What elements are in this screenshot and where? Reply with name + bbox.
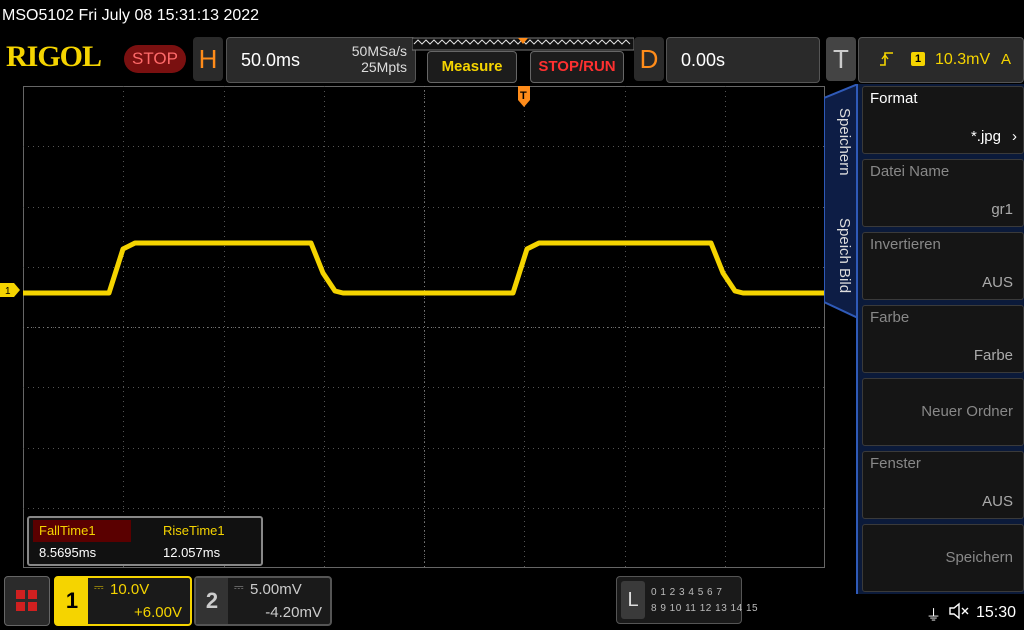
- channel-2-offset: -4.20mV: [265, 604, 322, 621]
- delay-label[interactable]: D: [634, 37, 664, 81]
- stop-run-button[interactable]: STOP/RUN: [530, 51, 624, 83]
- menu-item-fenster[interactable]: Fenster AUS: [862, 451, 1024, 519]
- menu-command: Neuer Ordner: [921, 403, 1013, 420]
- meas-name-falltime: FallTime1: [33, 520, 131, 542]
- channel-2-number: 2: [196, 578, 228, 624]
- main-menu-button[interactable]: [4, 576, 50, 626]
- channel-2-box[interactable]: 2 ⎓ 5.00mV -4.20mV: [194, 576, 332, 626]
- menu-value: *.jpg: [970, 128, 1001, 145]
- trigger-source-badge: 1: [911, 52, 925, 66]
- meas-value-risetime: 12.057ms: [163, 545, 221, 560]
- menu-value: Farbe: [973, 347, 1013, 364]
- dc-coupling-icon: ⎓: [234, 580, 244, 594]
- dc-coupling-icon: ⎓: [94, 580, 104, 594]
- menu-item-format[interactable]: Format *.jpg ›: [862, 86, 1024, 154]
- trigger-marker-label: T: [520, 90, 527, 102]
- digital-channels-row-2: 8 9 10 11 12 13 14 15: [651, 603, 759, 614]
- menu-label: Invertieren: [870, 236, 941, 253]
- timebase-value: 50.0ms: [241, 50, 301, 70]
- waveform-grid[interactable]: [23, 86, 825, 568]
- ch1-position-marker[interactable]: 1: [0, 283, 20, 297]
- ch1-marker-label: 1: [5, 286, 11, 297]
- rising-edge-icon: [880, 52, 893, 66]
- trigger-box[interactable]: 1 10.3mV A: [858, 37, 1024, 83]
- meas-name-risetime: RiseTime1: [163, 523, 225, 538]
- logic-analyzer-box[interactable]: L 0 1 2 3 4 5 6 7 8 9 10 11 12 13 14 15: [616, 576, 758, 624]
- trigger-label[interactable]: T: [826, 37, 856, 81]
- channel-1-number: 1: [56, 578, 88, 624]
- menu-label: Fenster: [870, 455, 921, 472]
- delay-box[interactable]: 0.00s: [666, 37, 820, 83]
- side-menu: Format *.jpg › Datei Name gr1 Invertiere…: [856, 84, 1024, 594]
- menu-item-speichern[interactable]: Speichern: [862, 524, 1024, 592]
- trigger-position-marker[interactable]: T: [516, 86, 532, 108]
- menu-item-neuer-ordner[interactable]: Neuer Ordner: [862, 378, 1024, 446]
- menu-value: AUS: [982, 493, 1013, 510]
- channel-1-box[interactable]: 1 ⎓ 10.0V +6.00V: [54, 576, 192, 626]
- measurement-panel[interactable]: FallTime1 8.5695ms RiseTime1 12.057ms: [27, 516, 263, 566]
- status-line: MSO5102 Fri July 08 15:31:13 2022: [2, 7, 260, 24]
- trigger-level: 10.3mV: [935, 51, 991, 68]
- meas-value-falltime: 8.5695ms: [39, 545, 97, 560]
- channel-2-scale: 5.00mV: [250, 581, 302, 598]
- sample-rate-info: 50MSa/s 25Mpts: [352, 43, 407, 75]
- logic-analyzer-label: L: [621, 581, 645, 619]
- delay-value: 0.00s: [681, 50, 726, 70]
- horizontal-label[interactable]: H: [193, 37, 223, 81]
- menu-label: Datei Name: [870, 163, 950, 180]
- trigger-position-strip-icon: [412, 37, 634, 51]
- menu-item-datei-name[interactable]: Datei Name gr1: [862, 159, 1024, 227]
- tab-speich-bild[interactable]: Speich Bild: [836, 218, 853, 293]
- digital-channels-row-1: 0 1 2 3 4 5 6 7: [651, 587, 723, 598]
- tab-speichern[interactable]: Speichern: [836, 108, 853, 176]
- grid-menu-icon: [16, 590, 37, 611]
- channel-1-scale: 10.0V: [110, 581, 150, 598]
- header-bar: RIGOL STOP H 50.0ms 50MSa/s 25Mpts Measu…: [0, 34, 1024, 84]
- sample-rate: 50MSa/s: [351, 43, 407, 59]
- usb-icon: ⏚: [926, 607, 942, 624]
- menu-item-farbe[interactable]: Farbe Farbe: [862, 305, 1024, 373]
- speaker-muted-icon[interactable]: [948, 602, 970, 620]
- system-clock: 15:30: [976, 604, 1017, 621]
- menu-value: AUS: [982, 274, 1013, 291]
- run-state-badge[interactable]: STOP: [124, 45, 186, 73]
- rigol-logo: RIGOL: [6, 40, 102, 73]
- chevron-right-icon: ›: [1012, 128, 1017, 145]
- channel-1-offset: +6.00V: [134, 604, 182, 621]
- menu-label: Farbe: [870, 309, 910, 326]
- menu-item-invertieren[interactable]: Invertieren AUS: [862, 232, 1024, 300]
- trigger-mode: A: [1001, 51, 1012, 68]
- menu-command: Speichern: [945, 549, 1013, 566]
- menu-label: Format: [870, 90, 918, 107]
- memory-depth: 25Mpts: [361, 59, 407, 75]
- measure-button[interactable]: Measure: [427, 51, 517, 83]
- horizontal-timebase-box[interactable]: 50.0ms 50MSa/s 25Mpts: [226, 37, 416, 83]
- menu-value: gr1: [991, 201, 1013, 218]
